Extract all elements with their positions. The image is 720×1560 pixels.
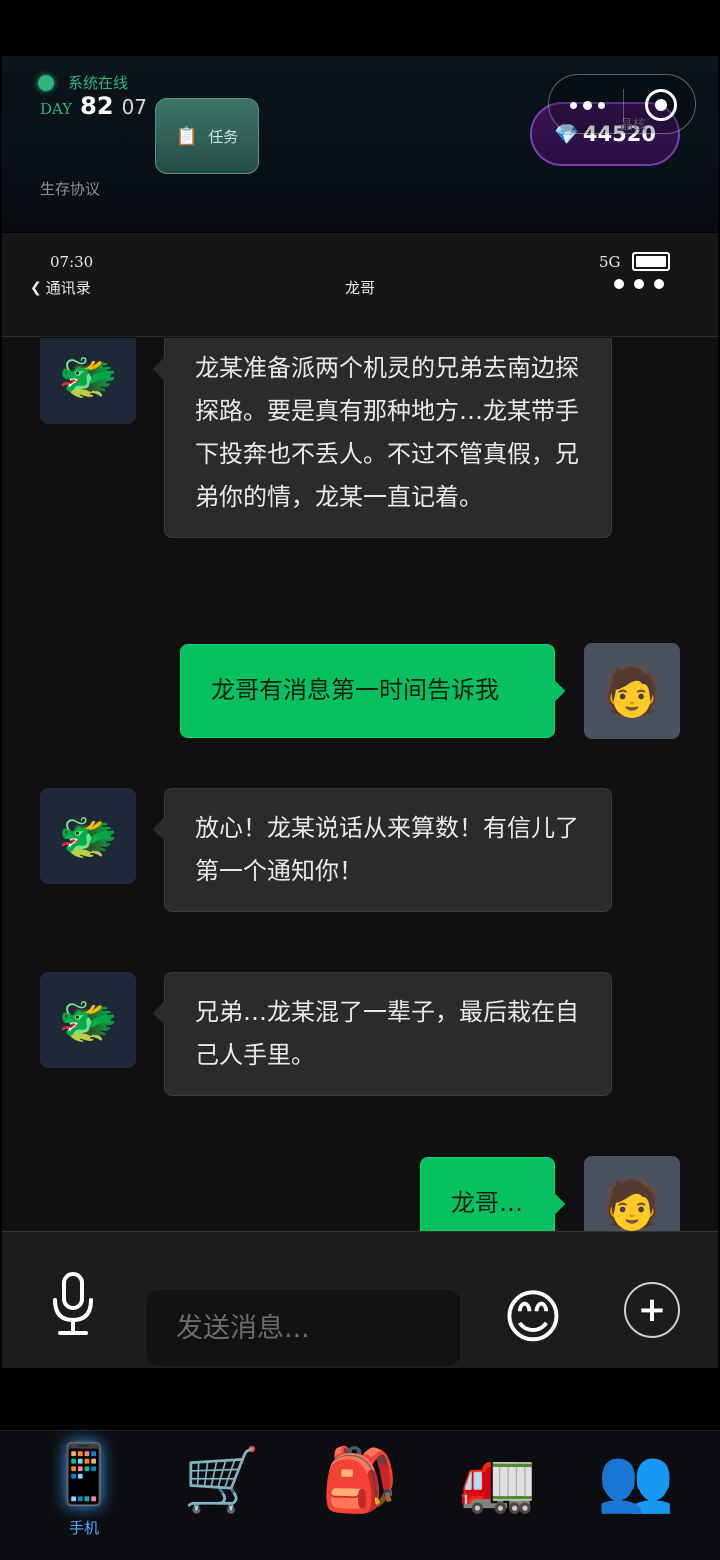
status-network: 5G xyxy=(599,253,621,271)
top-safe-area xyxy=(0,0,720,56)
message-list[interactable]: 🐲 龙某准备派两个机灵的兄弟去南边探探路。要是真有那种地方…龙某带手下投奔也不丢… xyxy=(2,338,718,1231)
message-item: 🐲 龙某准备派两个机灵的兄弟去南边探探路。要是真有那种地方…龙某带手下投奔也不丢… xyxy=(2,338,718,598)
dragon-avatar-icon[interactable]: 🐲 xyxy=(40,972,136,1068)
chat-more-icon[interactable] xyxy=(614,279,664,289)
phone-screen: 07:30 5G ❮ 通讯录 龙哥 🐲 龙某准备派两个机灵的兄弟去南边探探路。要… xyxy=(2,233,718,1368)
cart-icon: 🛒 xyxy=(183,1443,261,1516)
message-item: 龙哥… 🧑 xyxy=(2,1156,718,1231)
nav-item-contacts[interactable]: 👥 xyxy=(576,1431,696,1560)
nav-label-phone: 手机 xyxy=(68,1519,99,1537)
nav-item-backpack[interactable]: 🎒 xyxy=(300,1431,420,1560)
battery-icon xyxy=(632,252,670,271)
people-icon: 👥 xyxy=(597,1443,675,1516)
nav-item-truck[interactable]: 🚛 xyxy=(438,1431,558,1560)
message-item: 🐲 放心！龙某说话从来算数！有信儿了第一个通知你！ xyxy=(2,788,718,924)
protocol-link[interactable]: 生存协议 xyxy=(40,178,100,199)
chat-header: 07:30 5G ❮ 通讯录 龙哥 xyxy=(2,233,718,337)
microphone-icon[interactable] xyxy=(50,1272,96,1336)
user-avatar-icon[interactable]: 🧑 xyxy=(584,1156,680,1231)
spacer xyxy=(0,1368,720,1430)
message-bubble: 兄弟…龙某混了一辈子，最后栽在自己人手里。 xyxy=(164,972,612,1096)
backpack-icon: 🎒 xyxy=(321,1443,399,1516)
nav-item-shop[interactable]: 🛒 xyxy=(162,1431,282,1560)
status-time: 07:30 xyxy=(50,253,94,271)
phone-icon: 📱 xyxy=(47,1440,121,1508)
capsule-divider xyxy=(623,89,624,121)
message-item: 🐲 兄弟…龙某混了一辈子，最后栽在自己人手里。 xyxy=(2,972,718,1108)
message-item: 龙哥有消息第一时间告诉我 🧑 xyxy=(2,643,718,739)
message-bubble: 龙哥… xyxy=(420,1157,555,1231)
truck-icon: 🚛 xyxy=(459,1443,537,1516)
nav-item-phone[interactable]: 📱 手机 xyxy=(24,1431,144,1560)
day-extra: 07 xyxy=(121,95,148,119)
online-status: 系统在线 xyxy=(38,72,128,93)
more-dots-icon[interactable] xyxy=(567,93,607,117)
day-counter: DAY 82 07 xyxy=(40,92,147,120)
dragon-avatar-icon[interactable]: 🐲 xyxy=(40,788,136,884)
emoji-icon[interactable]: 😊 xyxy=(498,1282,568,1352)
task-button-label: 任务 xyxy=(208,127,239,146)
online-dot-icon xyxy=(38,74,54,91)
close-target-icon[interactable] xyxy=(645,89,677,121)
online-status-text: 系统在线 xyxy=(68,74,129,92)
dragon-avatar-icon[interactable]: 🐲 xyxy=(40,338,136,424)
chat-title: 龙哥 xyxy=(344,279,375,297)
message-bubble: 龙某准备派两个机灵的兄弟去南边探探路。要是真有那种地方…龙某带手下投奔也不丢人。… xyxy=(164,338,612,538)
input-bar: 😊 + xyxy=(2,1231,718,1368)
day-label: DAY xyxy=(40,100,73,118)
day-number: 82 xyxy=(80,92,114,120)
message-bubble: 龙哥有消息第一时间告诉我 xyxy=(180,644,555,738)
task-button[interactable]: 📋 任务 xyxy=(155,98,259,174)
user-avatar-icon[interactable]: 🧑 xyxy=(584,643,680,739)
message-bubble: 放心！龙某说话从来算数！有信儿了第一个通知你！ xyxy=(164,788,612,912)
bottom-nav: 📱 手机 🛒 🎒 🚛 👥 xyxy=(0,1430,720,1560)
clipboard-icon: 📋 xyxy=(175,125,199,147)
message-input[interactable] xyxy=(146,1290,460,1366)
miniprogram-capsule xyxy=(548,74,696,134)
plus-icon[interactable]: + xyxy=(624,1282,680,1338)
